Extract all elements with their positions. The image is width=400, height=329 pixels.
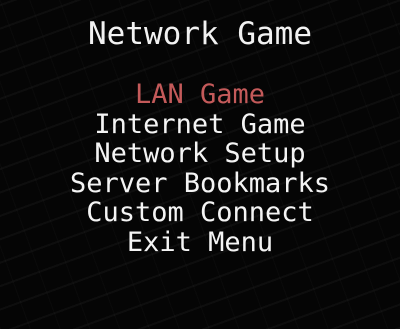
network-game-menu-screen: Network Game LAN Game Internet Game Netw…	[0, 0, 400, 329]
menu-item-lan-game[interactable]: LAN Game	[0, 80, 400, 110]
menu-item-custom-connect[interactable]: Custom Connect	[0, 198, 400, 228]
menu-item-server-bookmarks[interactable]: Server Bookmarks	[0, 168, 400, 199]
network-menu: LAN Game Internet Game Network Setup Ser…	[0, 80, 400, 257]
menu-title: Network Game	[88, 16, 312, 52]
menu-item-network-setup[interactable]: Network Setup	[0, 139, 400, 169]
menu-item-internet-game[interactable]: Internet Game	[0, 109, 400, 140]
menu-item-exit-menu[interactable]: Exit Menu	[0, 227, 400, 258]
